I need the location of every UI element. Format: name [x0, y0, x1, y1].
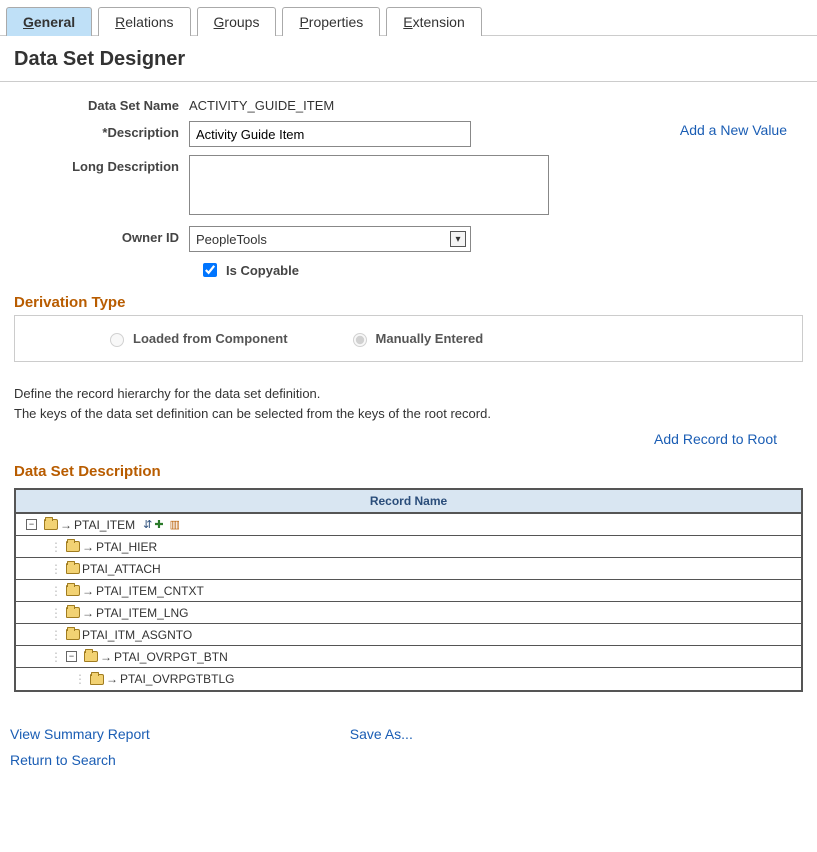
tree-row[interactable]: ⋮ →PTAI_HIER: [16, 536, 801, 558]
value-data-set-name: ACTIVITY_GUIDE_ITEM: [189, 94, 803, 113]
label-description: *Description: [14, 121, 189, 140]
return-to-search-link[interactable]: Return to Search: [10, 752, 150, 768]
folder-icon: [66, 563, 80, 574]
tree-node-label: PTAI_ITEM: [74, 518, 135, 532]
label-loaded: Loaded from Component: [133, 331, 288, 346]
add-record-to-root-link[interactable]: Add Record to Root: [654, 431, 777, 447]
label-manual: Manually Entered: [376, 331, 484, 346]
tree-node-label: PTAI_OVRPGT_BTN: [114, 650, 228, 664]
tree-connector-icon: ⋮: [50, 650, 62, 664]
expander-icon[interactable]: −: [66, 651, 77, 662]
folder-icon: [66, 585, 80, 596]
folder-icon: [90, 674, 104, 685]
expander-icon[interactable]: −: [26, 519, 37, 530]
tree-connector-icon: ⋮: [74, 672, 86, 686]
arrow-icon: →: [100, 650, 112, 664]
tree-row[interactable]: ⋮− →PTAI_OVRPGT_BTN: [16, 646, 801, 668]
save-as-link[interactable]: Save As...: [350, 726, 413, 742]
tree-connector-icon: ⋮: [50, 562, 62, 576]
derivation-box: Loaded from Component Manually Entered: [14, 315, 803, 362]
folder-icon: [66, 629, 80, 640]
folder-icon: [44, 519, 58, 530]
tree-connector-icon: ⋮: [50, 584, 62, 598]
tab-general[interactable]: General: [6, 7, 92, 36]
form-area: Data Set Name ACTIVITY_GUIDE_ITEM *Descr…: [0, 82, 817, 284]
tab-relations[interactable]: Relations: [98, 7, 190, 36]
tree-row[interactable]: ⋮ →PTAI_OVRPGTBTLG: [16, 668, 801, 690]
tab-general-rest: eneral: [34, 14, 75, 30]
folder-icon: [66, 541, 80, 552]
tab-groups[interactable]: Groups: [197, 7, 277, 36]
derivation-title: Derivation Type: [0, 284, 817, 315]
sort-icon[interactable]: ⇵: [143, 518, 152, 531]
label-is-copyable: Is Copyable: [226, 263, 299, 278]
chevron-down-icon: ▾: [450, 231, 466, 247]
long-description-input[interactable]: [189, 155, 549, 215]
arrow-icon: →: [106, 672, 118, 686]
properties-icon[interactable]: ▥: [170, 518, 180, 531]
is-copyable-checkbox[interactable]: [203, 263, 217, 277]
tree-connector-icon: ⋮: [50, 606, 62, 620]
add-icon[interactable]: ✚: [154, 518, 163, 531]
tree-node-label: PTAI_ATTACH: [82, 562, 161, 576]
tree-row[interactable]: ⋮ PTAI_ITM_ASGNTO: [16, 624, 801, 646]
instructions: Define the record hierarchy for the data…: [0, 362, 817, 427]
tree-row[interactable]: ⋮ →PTAI_ITEM_LNG: [16, 602, 801, 624]
arrow-icon: →: [60, 518, 72, 532]
arrow-icon: →: [82, 606, 94, 620]
instr-line1: Define the record hierarchy for the data…: [14, 384, 803, 404]
tree-node-label: PTAI_OVRPGTBTLG: [120, 672, 234, 686]
page-title: Data Set Designer: [0, 36, 817, 81]
tree-node-label: PTAI_ITEM_CNTXT: [96, 584, 204, 598]
tree-header: Record Name: [16, 490, 801, 514]
tree-box: Record Name −→PTAI_ITEM⇵✚▥⋮→PTAI_HIER⋮PT…: [14, 488, 803, 692]
tab-extension[interactable]: Extension: [386, 7, 482, 36]
view-summary-report-link[interactable]: View Summary Report: [10, 726, 150, 742]
label-long-description: Long Description: [14, 155, 189, 174]
radio-loaded[interactable]: [110, 333, 124, 347]
label-owner-id: Owner ID: [14, 226, 189, 245]
folder-icon: [66, 607, 80, 618]
label-data-set-name: Data Set Name: [14, 94, 189, 113]
tree-row[interactable]: ⋮ PTAI_ATTACH: [16, 558, 801, 580]
description-input[interactable]: [189, 121, 471, 147]
tab-properties[interactable]: Properties: [282, 7, 380, 36]
tree-connector-icon: ⋮: [50, 540, 62, 554]
tree-node-label: PTAI_HIER: [96, 540, 157, 554]
folder-icon: [84, 651, 98, 662]
tab-bar: General Relations Groups Properties Exte…: [0, 0, 817, 36]
radio-manual[interactable]: [353, 333, 367, 347]
tree-node-label: PTAI_ITEM_LNG: [96, 606, 188, 620]
tree-node-label: PTAI_ITM_ASGNTO: [82, 628, 192, 642]
add-new-value-link[interactable]: Add a New Value: [680, 122, 787, 138]
tree-connector-icon: ⋮: [50, 628, 62, 642]
owner-id-select[interactable]: PeopleTools ▾: [189, 226, 471, 252]
tree-row[interactable]: − →PTAI_ITEM ⇵✚ ▥: [16, 514, 801, 536]
arrow-icon: →: [82, 584, 94, 598]
instr-line2: The keys of the data set definition can …: [14, 404, 803, 424]
tree-row[interactable]: ⋮ →PTAI_ITEM_CNTXT: [16, 580, 801, 602]
arrow-icon: →: [82, 540, 94, 554]
owner-id-value: PeopleTools: [196, 232, 267, 247]
tree-title: Data Set Description: [0, 453, 817, 484]
bottom-links: View Summary Report Return to Search Sav…: [0, 696, 817, 784]
